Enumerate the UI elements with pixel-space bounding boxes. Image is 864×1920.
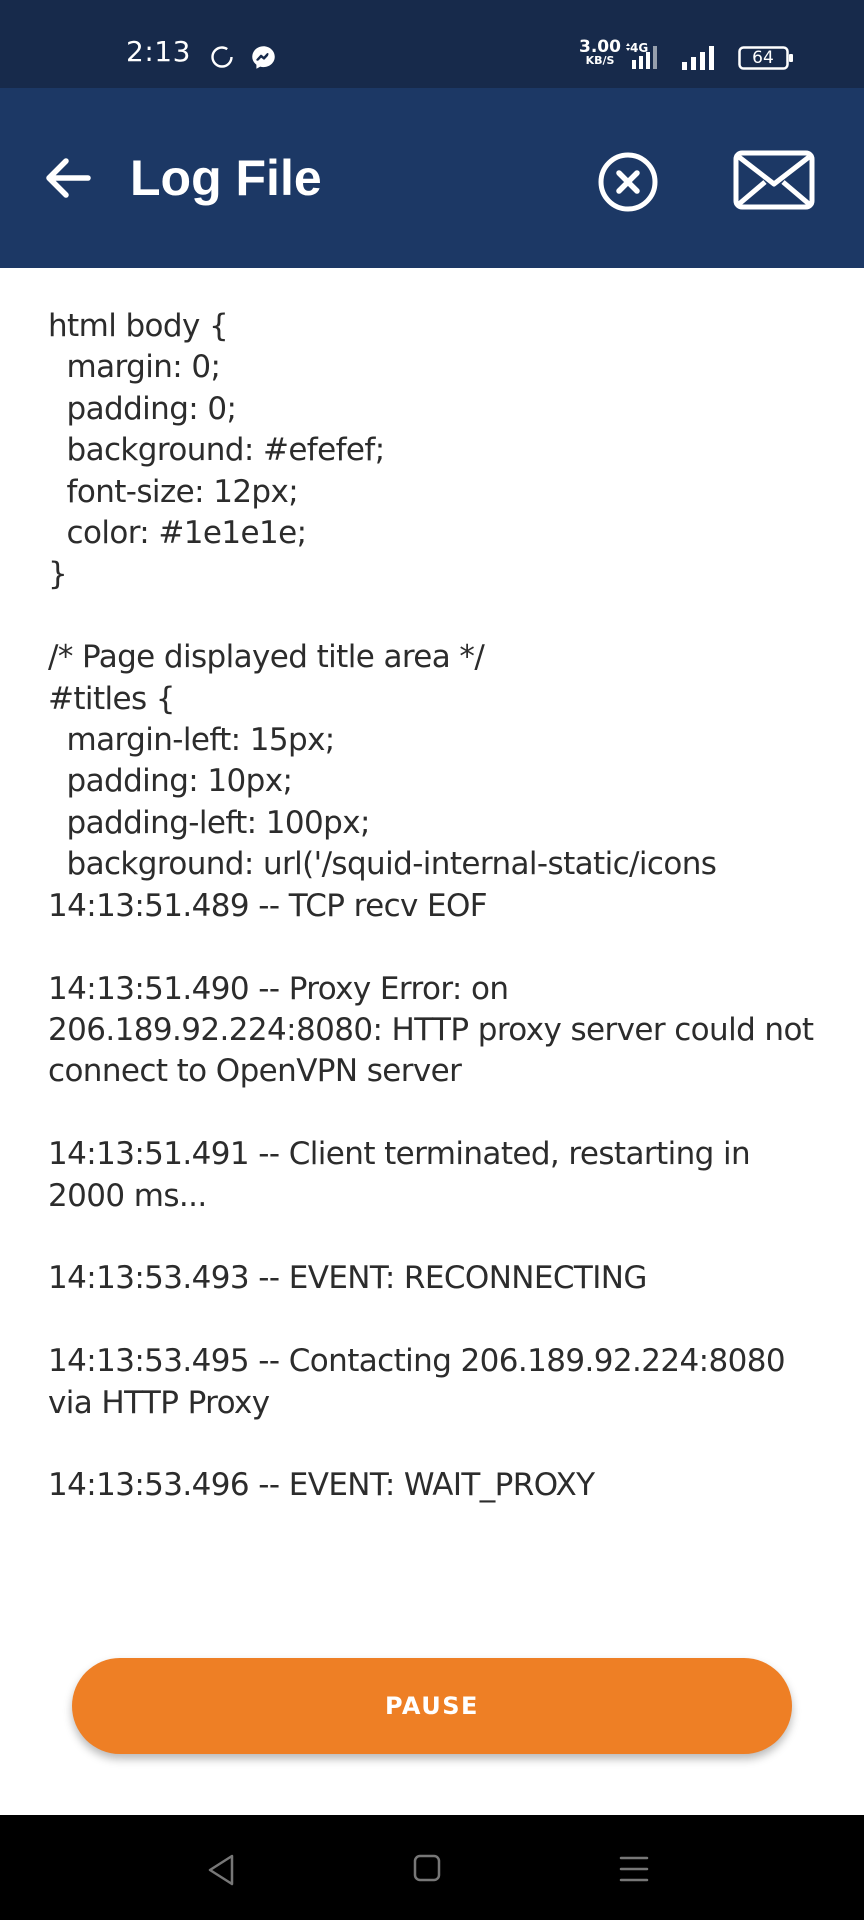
messenger-icon [252, 46, 275, 69]
close-circle-icon[interactable] [596, 150, 660, 214]
battery-level: 64 [752, 48, 774, 68]
network-type-label: 4G [630, 41, 648, 55]
page-title: Log File [130, 150, 322, 206]
nav-home-icon[interactable] [412, 1853, 442, 1883]
signal-icon [682, 46, 714, 70]
status-time: 2:13 [126, 35, 191, 68]
network-speed-value: 3.00 [579, 37, 621, 57]
sync-icon [211, 46, 233, 68]
pause-button[interactable]: PAUSE [72, 1658, 792, 1754]
network-speed: 3.00 KB/S [578, 37, 622, 67]
app-bar: Log File [0, 88, 864, 268]
signal-4g-icon: 4G [626, 41, 657, 69]
pause-button-label: PAUSE [385, 1692, 479, 1720]
log-text: html body { margin: 0; padding: 0; backg… [48, 308, 814, 1504]
nav-menu-icon[interactable] [618, 1853, 650, 1885]
arrow-left-icon[interactable] [40, 150, 96, 206]
navigation-bar [0, 1815, 864, 1920]
mail-icon[interactable] [732, 148, 816, 212]
status-bar: 2:13 3.00 KB/S 4G 64 [0, 0, 864, 88]
nav-back-icon[interactable] [206, 1853, 236, 1887]
